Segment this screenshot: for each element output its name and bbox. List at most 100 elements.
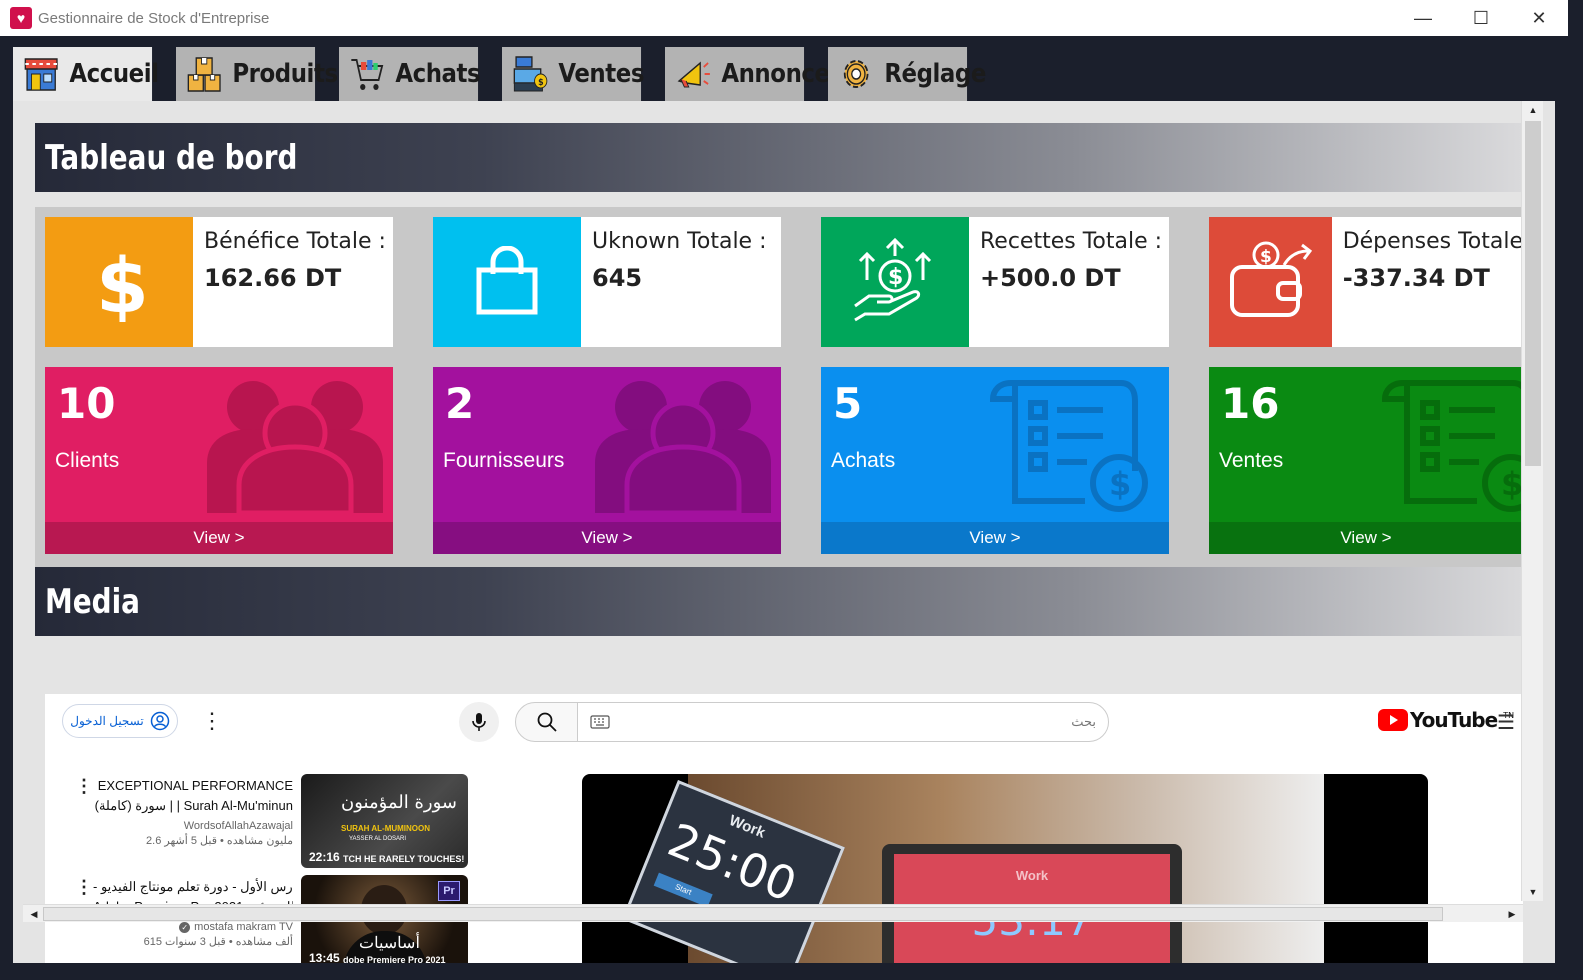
count-label: Fournisseurs — [443, 449, 565, 472]
search-icon — [537, 712, 557, 732]
tab-accueil[interactable]: Accueil — [13, 47, 159, 101]
count-number: 16 — [1221, 379, 1280, 428]
window-controls: — ☐ ✕ — [1394, 0, 1568, 36]
tab-achats[interactable]: Achats — [339, 47, 481, 101]
count-card-ventes: $ 16 Ventes View > — [1209, 367, 1523, 554]
tab-label: Achats — [395, 59, 481, 89]
video-title: - الدرس الأول - دورة تعلم مونتاج الفيديو — [93, 879, 293, 894]
count-card-achats: $ 5 Achats View > — [821, 367, 1169, 554]
svg-text:$: $ — [1260, 247, 1272, 267]
video-title: سورة (كاملة) | | Surah Al-Mu'minun — [94, 798, 293, 813]
scroll-right-icon[interactable]: ▶ — [1501, 905, 1523, 923]
vertical-scrollbar[interactable]: ▲ ▼ — [1521, 101, 1543, 901]
money-growth-icon: $ — [821, 217, 969, 347]
svg-text:$: $ — [1501, 465, 1523, 503]
microphone-icon — [472, 713, 486, 731]
app-frame: Accueil Produits Achats $ Ventes Annonce… — [0, 36, 1568, 980]
cash-register-icon: $ — [513, 54, 548, 94]
count-number: 10 — [57, 379, 116, 428]
stat-value: +500.0 DT — [980, 264, 1121, 292]
keyboard-icon[interactable] — [590, 715, 610, 729]
account-icon — [150, 711, 169, 731]
count-number: 5 — [833, 379, 863, 428]
video-menu-icon[interactable]: ⋮ — [75, 877, 93, 898]
tab-annoncer[interactable]: Annoncer — [665, 47, 841, 101]
stat-value: 645 — [592, 264, 643, 292]
svg-text:$: $ — [1109, 465, 1131, 503]
view-fournisseurs-link[interactable]: View > — [433, 522, 781, 554]
hamburger-menu-icon[interactable]: ☰ — [1497, 710, 1515, 735]
list-item[interactable]: ⋮ EXCEPTIONAL PERFORMANCE سورة (كاملة) |… — [75, 774, 475, 869]
gear-icon — [839, 54, 874, 94]
video-player[interactable]: Work 53:17 Work 25:00 Start — [582, 774, 1428, 963]
stat-label: Uknown Totale : — [592, 229, 767, 254]
tab-ventes[interactable]: $ Ventes — [502, 47, 645, 101]
dashboard-cards: $ Bénéfice Totale : 162.66 DT Uknown Tot… — [35, 207, 1523, 569]
thumbnail-subtitle-2: YASSER AL DOSARI — [349, 836, 407, 842]
youtube-play-icon — [1378, 709, 1408, 731]
video-thumbnail[interactable]: سورة المؤمنون SURAH AL-MUMINOON YASSER A… — [301, 774, 468, 868]
stat-label: Bénéfice Totale : — [204, 229, 386, 254]
close-button[interactable]: ✕ — [1510, 0, 1568, 36]
scroll-up-icon[interactable]: ▲ — [1522, 101, 1544, 119]
count-label: Clients — [55, 449, 120, 472]
verified-icon: ✓ — [179, 922, 191, 933]
dashboard-title: Tableau de bord — [45, 137, 298, 178]
view-ventes-link[interactable]: View > — [1209, 522, 1523, 554]
svg-text:$: $ — [888, 265, 903, 290]
title-bar: ♥ Gestionnaire de Stock d'Entreprise — ☐… — [0, 0, 1568, 36]
count-label: Achats — [831, 449, 896, 472]
thumbnail-title: أساسيات — [359, 933, 420, 952]
count-card-clients: 10 Clients View > — [45, 367, 393, 554]
tab-label: Accueil — [69, 59, 159, 89]
youtube-logo[interactable]: YouTube TN — [1378, 708, 1514, 732]
minimize-button[interactable]: — — [1394, 0, 1452, 36]
tab-reglage[interactable]: Réglage — [828, 47, 986, 101]
scroll-down-icon[interactable]: ▼ — [1522, 883, 1544, 901]
scroll-left-icon[interactable]: ◀ — [23, 905, 45, 923]
tab-label: Ventes — [558, 59, 645, 89]
signin-button[interactable]: تسجيل الدخول — [62, 704, 178, 738]
wallet-icon: $ — [1209, 217, 1332, 347]
count-number: 2 — [445, 379, 475, 428]
stat-card-recettes: $ Recettes Totale : +500.0 DT — [821, 217, 1169, 347]
dashboard-header: Tableau de bord — [35, 123, 1523, 192]
video-duration: 13:45 — [309, 951, 340, 963]
search-button[interactable] — [515, 702, 578, 742]
horizontal-scrollbar[interactable]: ◀ ▶ — [23, 904, 1523, 922]
video-channel: ✓ mostafa makram TV — [93, 921, 293, 933]
media-header: Media — [35, 567, 1523, 636]
tab-label: Produits — [232, 59, 338, 89]
maximize-button[interactable]: ☐ — [1452, 0, 1510, 36]
search-placeholder: بحث — [1071, 714, 1096, 729]
video-caption: dobe Premiere Pro 2021 — [343, 955, 446, 963]
tab-label: Réglage — [884, 59, 986, 89]
users-icon — [207, 381, 383, 513]
video-meta: 2.6 مليون مشاهده • قبل 5 أشهر — [146, 835, 293, 847]
thumbnail-subtitle: SURAH AL-MUMINOON — [341, 824, 431, 833]
stat-label: Dépenses Totale — [1342, 229, 1523, 254]
video-menu-icon[interactable]: ⋮ — [75, 776, 93, 797]
youtube-logo-text: YouTube — [1410, 708, 1498, 732]
megaphone-icon — [676, 54, 711, 94]
more-options-icon[interactable]: ⋮ — [201, 708, 223, 734]
youtube-embed: تسجيل الدخول ⋮ بحث YouTube TN ☰ ⋮ EXCEPT… — [45, 694, 1523, 963]
view-achats-link[interactable]: View > — [821, 522, 1169, 554]
video-title: EXCEPTIONAL PERFORMANCE — [97, 778, 293, 793]
stat-value: -337.34 DT — [1342, 264, 1490, 292]
stat-label: Recettes Totale : — [980, 229, 1163, 254]
svg-text:$: $ — [96, 242, 144, 322]
voice-search-button[interactable] — [459, 702, 499, 742]
video-caption: TCH HE RARELY TOUCHES! — [343, 854, 465, 864]
stat-card-unknown: Uknown Totale : 645 — [433, 217, 781, 347]
view-clients-link[interactable]: View > — [45, 522, 393, 554]
scrollbar-thumb[interactable] — [1525, 121, 1541, 466]
boxes-icon — [187, 54, 222, 94]
count-card-fournisseurs: 2 Fournisseurs View > — [433, 367, 781, 554]
search-input[interactable]: بحث — [577, 702, 1109, 742]
scrollbar-thumb[interactable] — [43, 907, 1443, 921]
count-label: Ventes — [1219, 449, 1284, 472]
premiere-badge-icon: Pr — [438, 881, 460, 901]
tab-produits[interactable]: Produits — [176, 47, 338, 101]
video-channel: WordsofAllahAzawajal — [183, 820, 293, 832]
